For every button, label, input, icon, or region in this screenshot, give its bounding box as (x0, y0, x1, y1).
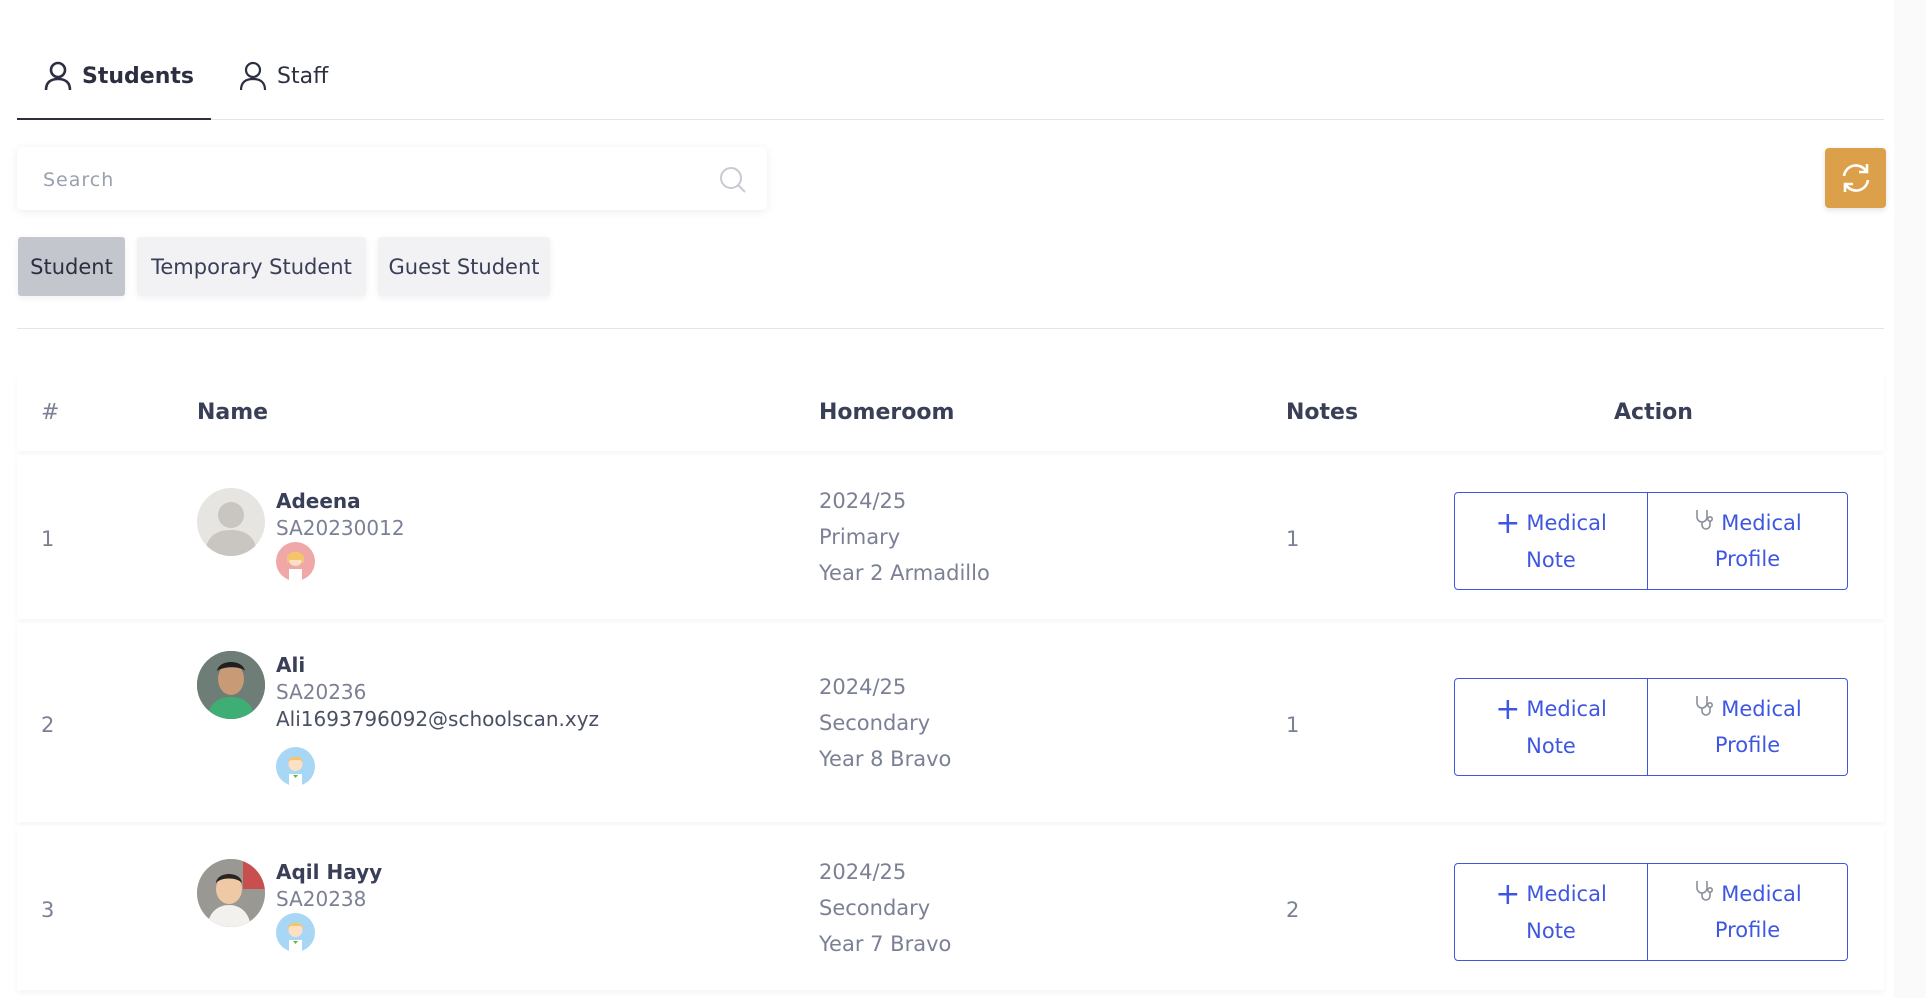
button-label-line1: Medical (1721, 697, 1802, 721)
homeroom-section: Secondary (819, 896, 931, 920)
button-label-line2: Profile (1714, 733, 1781, 757)
row-number: 1 (41, 527, 55, 551)
button-label-line2: Profile (1714, 547, 1781, 571)
column-header-homeroom[interactable]: Homeroom (819, 400, 954, 425)
row-actions: + Medical Note Medical Profile (1454, 678, 1848, 776)
main-panel: Students Staff Student Temporar (0, 0, 1894, 998)
medical-profile-button[interactable]: Medical Profile (1648, 678, 1848, 776)
plus-icon: + (1495, 691, 1521, 727)
filter-guest-student-label: Guest Student (388, 254, 540, 279)
notes-count: 1 (1286, 713, 1300, 737)
notes-count: 2 (1286, 898, 1300, 922)
button-label-line1: Medical (1526, 510, 1607, 535)
student-name[interactable]: Ali (276, 653, 305, 677)
search-box (17, 147, 767, 212)
filter-guest-student[interactable]: Guest Student (378, 237, 550, 296)
homeroom-class: Year 7 Bravo (819, 932, 952, 956)
search-icon[interactable] (719, 166, 747, 198)
gender-female-icon (276, 542, 315, 581)
user-icon (44, 61, 72, 91)
section-divider (17, 328, 1884, 329)
button-label-line1: Medical (1526, 881, 1607, 906)
plus-icon: + (1495, 876, 1521, 912)
stethoscope-icon (1696, 881, 1714, 901)
avatar-photo (197, 651, 265, 719)
tab-staff-label: Staff (277, 63, 329, 89)
homeroom: 2024/25 Secondary Year 7 Bravo (819, 854, 951, 962)
avatar-placeholder (197, 488, 265, 556)
user-icon (239, 61, 267, 91)
plus-icon: + (1495, 505, 1521, 541)
filter-student[interactable]: Student (18, 237, 125, 296)
add-medical-note-button[interactable]: + Medical Note (1454, 678, 1648, 776)
row-actions: + Medical Note Medical Profile (1454, 863, 1848, 961)
refresh-button[interactable] (1825, 148, 1886, 208)
homeroom-section: Primary (819, 525, 901, 549)
row-number: 3 (41, 898, 55, 922)
button-label-line1: Medical (1526, 696, 1607, 721)
homeroom: 2024/25 Primary Year 2 Armadillo (819, 483, 990, 591)
homeroom-class: Year 2 Armadillo (819, 561, 990, 585)
add-medical-note-button[interactable]: + Medical Note (1454, 863, 1648, 961)
column-header-action: Action (1614, 400, 1693, 425)
button-label-line2: Profile (1714, 918, 1781, 942)
medical-profile-button[interactable]: Medical Profile (1648, 863, 1848, 961)
medical-profile-button[interactable]: Medical Profile (1648, 492, 1848, 590)
stethoscope-icon (1696, 696, 1714, 716)
notes-count: 1 (1286, 527, 1300, 551)
gender-male-icon (276, 913, 315, 952)
add-medical-note-button[interactable]: + Medical Note (1454, 492, 1648, 590)
student-email: Ali1693796092@schoolscan.xyz (276, 707, 600, 731)
table-row: 3 Aqil Hayy SA20238 2024/25 Secondary Ye (17, 826, 1884, 990)
tab-students[interactable]: Students (44, 58, 194, 94)
column-header-name[interactable]: Name (197, 400, 268, 425)
button-label-line1: Medical (1721, 511, 1802, 535)
active-tab-underline (17, 118, 211, 120)
filter-student-label: Student (30, 254, 113, 279)
homeroom-class: Year 8 Bravo (819, 747, 952, 771)
student-id: SA20236 (276, 680, 367, 704)
avatar-photo (197, 859, 265, 927)
homeroom: 2024/25 Secondary Year 8 Bravo (819, 669, 951, 777)
table-header: # Name Homeroom Notes Action (17, 376, 1884, 451)
homeroom-year: 2024/25 (819, 675, 907, 699)
table-row: 1 Adeena SA20230012 2024/25 Primary Year… (17, 455, 1884, 619)
tab-divider (17, 119, 1884, 120)
filter-temporary-student-label: Temporary Student (151, 254, 352, 279)
row-actions: + Medical Note Medical Profile (1454, 492, 1848, 590)
student-name[interactable]: Aqil Hayy (276, 860, 382, 884)
tab-staff[interactable]: Staff (239, 58, 328, 94)
button-label-line2: Note (1526, 733, 1576, 758)
stethoscope-icon (1696, 510, 1714, 530)
column-header-number: # (41, 400, 60, 425)
tab-students-label: Students (82, 63, 194, 89)
student-id: SA20230012 (276, 516, 405, 540)
button-label-line2: Note (1526, 547, 1576, 572)
column-header-notes[interactable]: Notes (1286, 400, 1358, 425)
filter-temporary-student[interactable]: Temporary Student (137, 237, 366, 296)
row-number: 2 (41, 713, 55, 737)
button-label-line2: Note (1526, 918, 1576, 943)
table-row: 2 Ali SA20236 Ali1693796092@schoolscan.x… (17, 623, 1884, 822)
homeroom-year: 2024/25 (819, 489, 907, 513)
gender-male-icon (276, 747, 315, 786)
student-id: SA20238 (276, 887, 367, 911)
search-input[interactable] (41, 147, 725, 212)
student-name[interactable]: Adeena (276, 489, 361, 513)
homeroom-year: 2024/25 (819, 860, 907, 884)
button-label-line1: Medical (1721, 882, 1802, 906)
refresh-icon (1842, 164, 1869, 192)
homeroom-section: Secondary (819, 711, 931, 735)
